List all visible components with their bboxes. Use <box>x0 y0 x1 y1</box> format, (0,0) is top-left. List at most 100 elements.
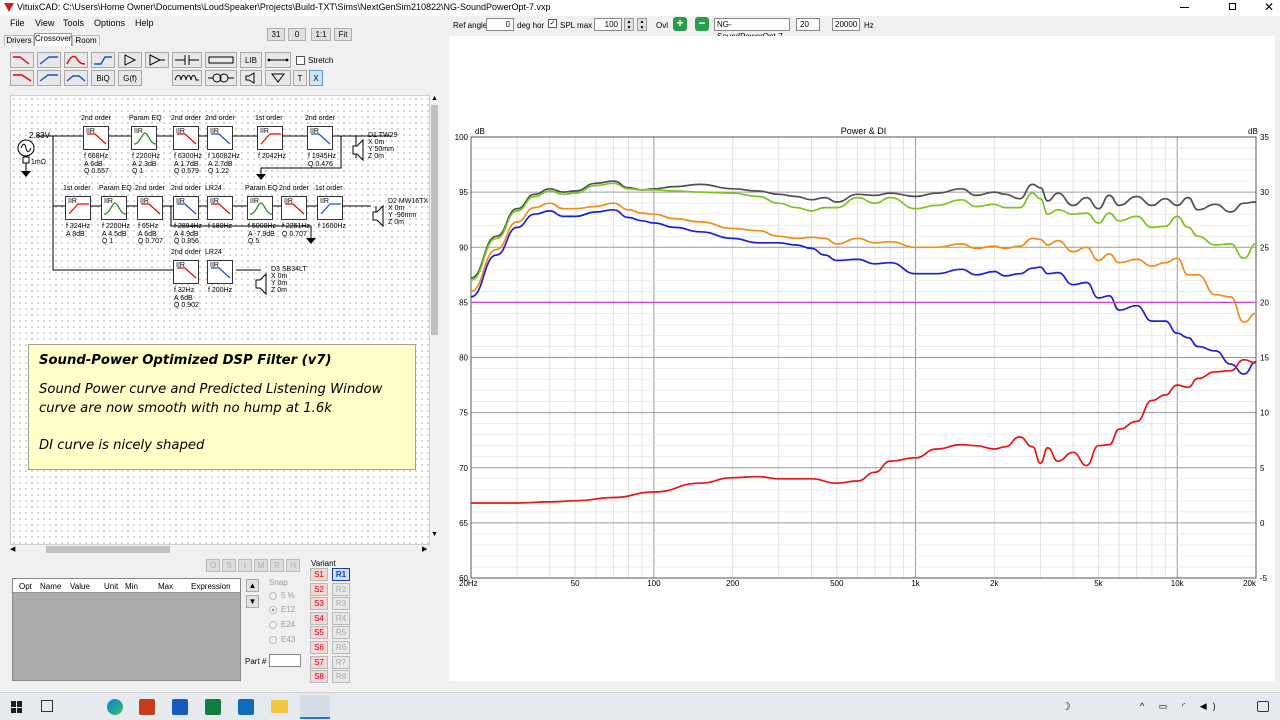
fmin-input[interactable]: 20 <box>796 18 820 31</box>
filter-block[interactable]: IIR <box>281 196 307 220</box>
filter-block[interactable]: IIR <box>207 260 233 284</box>
vscroll-thumb[interactable] <box>431 105 438 335</box>
variant-s1[interactable]: S1 <box>310 568 328 581</box>
inductor-button[interactable] <box>172 70 202 86</box>
spl-step-icon[interactable]: ▲ ▼ <box>637 18 647 31</box>
highpass2-blue-button[interactable] <box>37 70 61 86</box>
filter-block[interactable]: IIR <box>131 126 157 150</box>
notch-red-button[interactable] <box>64 52 88 68</box>
canvas-hscroll[interactable]: ◀ ▶ <box>10 545 440 554</box>
zoom-fit-button[interactable]: Fit <box>334 28 352 41</box>
driver-speaker-icon[interactable] <box>371 204 385 230</box>
hscroll-thumb[interactable] <box>46 546 170 553</box>
snap-radio-5[interactable] <box>269 592 277 600</box>
variant-s5[interactable]: S5 <box>310 626 328 640</box>
transformer-button[interactable] <box>205 70 237 86</box>
variant-r5[interactable]: R5 <box>332 626 350 640</box>
variant-r2[interactable]: R2 <box>332 582 350 596</box>
variant-r6[interactable]: R6 <box>332 641 350 654</box>
gf-toolbar-button[interactable]: G(f) <box>118 70 142 86</box>
lib-button[interactable]: LIB <box>240 52 262 68</box>
filter-block[interactable]: IIR <box>101 196 127 220</box>
resistor-button[interactable] <box>205 52 237 68</box>
tab-crossover[interactable]: Crossover <box>34 33 72 46</box>
t-button[interactable]: T <box>293 70 307 86</box>
zoom-level-button[interactable]: 31 <box>267 28 285 41</box>
close-icon[interactable]: ✕ <box>1264 0 1274 14</box>
allpass-blue-button[interactable] <box>91 52 115 68</box>
design-note[interactable]: Sound-Power Optimized DSP Filter (v7) So… <box>28 344 416 470</box>
mode-o[interactable]: O <box>206 559 220 572</box>
lowpass-red-button[interactable] <box>10 52 34 68</box>
mode-h[interactable]: H <box>286 559 300 572</box>
tab-room[interactable]: Room <box>72 35 100 46</box>
notification-icon[interactable] <box>1257 701 1269 712</box>
crossover-canvas[interactable]: 2nd order IIR f 668Hz A 6dB Q 0.557 Param EQ I… <box>10 95 430 545</box>
hscroll-left-icon[interactable]: ◀ <box>10 545 15 553</box>
snap-radio-e12[interactable] <box>269 606 277 614</box>
biq-toolbar-button[interactable]: BiQ <box>91 70 115 86</box>
filter-block[interactable]: IIR <box>173 196 199 220</box>
filter-block[interactable]: IIR <box>137 196 163 220</box>
mode-s[interactable]: S <box>222 559 236 572</box>
mode-r[interactable]: R <box>270 559 284 572</box>
variant-r7[interactable]: R7 <box>332 655 350 669</box>
filter-block[interactable]: IIR <box>247 196 273 220</box>
filter-block[interactable]: IIR <box>207 126 233 150</box>
wire-button[interactable] <box>265 52 291 68</box>
filter-block[interactable]: IIR <box>307 126 333 150</box>
start-icon[interactable] <box>11 701 23 713</box>
filter-block[interactable]: IIR <box>83 126 109 150</box>
move-up-button[interactable]: ▲ <box>246 579 259 592</box>
filter-block[interactable]: IIR <box>257 126 283 150</box>
mode-i[interactable]: I <box>238 559 252 572</box>
filter-block[interactable]: IIR <box>317 196 343 220</box>
buffer-button[interactable] <box>118 52 142 68</box>
ovl-remove-icon[interactable]: − <box>695 17 709 31</box>
move-down-button[interactable]: ▼ <box>246 595 259 608</box>
menu-help[interactable]: Help <box>135 18 154 28</box>
fmax-input[interactable]: 20000 <box>832 18 860 31</box>
variant-s4[interactable]: S4 <box>310 611 328 625</box>
outlook-icon[interactable] <box>238 699 254 715</box>
powerpoint-icon[interactable] <box>139 699 155 715</box>
vituixcad-taskbar-icon[interactable] <box>300 695 330 719</box>
mode-m[interactable]: M <box>254 559 268 572</box>
driver-speaker-icon[interactable] <box>351 138 365 164</box>
filter-block[interactable]: IIR <box>173 260 199 284</box>
hscroll-right-icon[interactable]: ▶ <box>422 545 427 553</box>
vscroll-down-icon[interactable]: ▼ <box>431 531 438 538</box>
power-di-chart[interactable]: Power & DI dB dB 20Hz 50 100 200 500 1k 2k 5k 10k 20… <box>449 36 1275 681</box>
ovl-add-icon[interactable]: + <box>673 17 687 31</box>
variant-s2[interactable]: S2 <box>310 582 328 596</box>
restore-icon[interactable] <box>1229 3 1236 10</box>
excel-icon[interactable] <box>205 699 221 715</box>
menu-view[interactable]: View <box>35 18 54 28</box>
overlay-name-input[interactable]: NG-SoundPowerOpt-7 <box>714 18 790 41</box>
variant-r8[interactable]: R8 <box>332 670 350 684</box>
canvas-vscroll[interactable]: ▲ ▼ <box>430 95 439 545</box>
inverter-button[interactable] <box>145 52 169 68</box>
menu-options[interactable]: Options <box>94 18 125 28</box>
capacitor-button[interactable] <box>172 52 202 68</box>
ground-button[interactable] <box>265 70 291 86</box>
variant-r1[interactable]: R1 <box>332 568 350 581</box>
edge-icon[interactable] <box>107 699 123 715</box>
lowpass2-red-button[interactable] <box>10 70 34 86</box>
variant-s3[interactable]: S3 <box>310 597 328 611</box>
highpass-blue-button[interactable] <box>37 52 61 68</box>
zoom-zero-button[interactable]: 0 <box>288 28 306 41</box>
variant-s7[interactable]: S7 <box>310 655 328 669</box>
vscroll-up-icon[interactable]: ▲ <box>431 95 438 102</box>
snap-radio-e24[interactable] <box>269 621 277 629</box>
part-input[interactable] <box>269 654 301 667</box>
task-view-icon[interactable] <box>41 700 53 712</box>
ref-angle-input[interactable]: 0 <box>486 18 514 31</box>
explorer-icon[interactable] <box>271 700 288 713</box>
word-icon[interactable] <box>172 699 188 715</box>
spl-max-checkbox[interactable]: ✓ <box>548 19 557 28</box>
menu-file[interactable]: File <box>10 18 25 28</box>
spl-spinner-icon[interactable]: ▲ ▼ <box>624 18 634 31</box>
tab-drivers[interactable]: Drivers <box>4 35 34 46</box>
x-button[interactable]: X <box>309 70 323 86</box>
